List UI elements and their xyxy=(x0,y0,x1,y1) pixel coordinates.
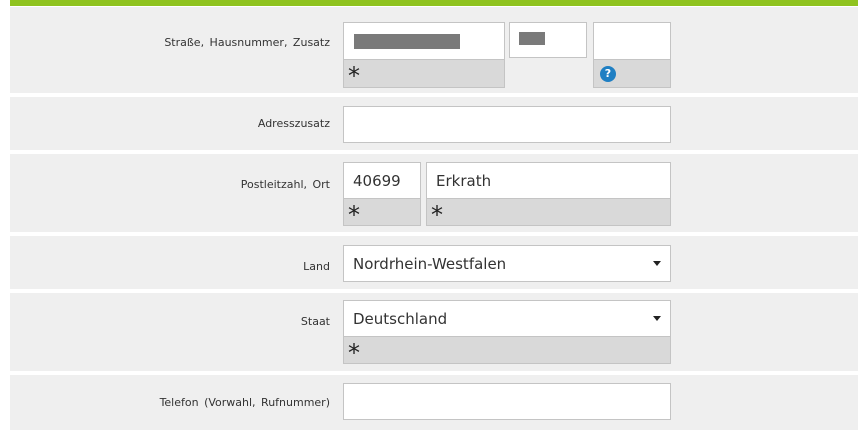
country-select[interactable]: Deutschland xyxy=(343,300,671,337)
phone-input[interactable] xyxy=(343,383,671,420)
postal-label: Postleitzahl, Ort xyxy=(240,178,330,191)
country-label: Staat xyxy=(300,315,330,328)
city-input[interactable] xyxy=(426,162,671,199)
country-row: Staat Deutschland * xyxy=(10,293,858,371)
zip-text-field[interactable] xyxy=(344,163,420,198)
postal-row: Postleitzahl, Ort * * xyxy=(10,154,858,232)
required-asterisk: * xyxy=(431,201,443,229)
dropdown-caret-icon xyxy=(653,261,661,266)
street-input[interactable] xyxy=(343,22,505,60)
state-row: Land Nordrhein-Westfalen xyxy=(10,236,858,289)
redacted-house-number xyxy=(519,32,545,45)
address-suffix-input[interactable] xyxy=(343,106,671,143)
address-suffix-text-field[interactable] xyxy=(344,107,670,142)
street-label: Straße, Hausnummer, Zusatz xyxy=(164,36,330,49)
address-suffix-row: Adresszusatz xyxy=(10,97,858,150)
country-selected-value: Deutschland xyxy=(353,310,448,328)
accent-bar xyxy=(10,0,858,6)
state-selected-value: Nordrhein-Westfalen xyxy=(353,255,507,273)
country-required-cell: * xyxy=(343,337,671,367)
street-row: Straße, Hausnummer, Zusatz * ? xyxy=(10,7,858,93)
redacted-street-value xyxy=(354,34,460,49)
state-label: Land xyxy=(303,260,330,273)
phone-text-field[interactable] xyxy=(344,384,670,419)
street-required-cell: * xyxy=(343,60,505,88)
city-text-field[interactable] xyxy=(427,163,670,198)
dropdown-caret-icon xyxy=(653,316,661,321)
city-required-cell: * xyxy=(426,199,671,229)
house-number-input[interactable] xyxy=(509,22,587,58)
required-asterisk: * xyxy=(348,201,360,229)
zip-required-cell: * xyxy=(343,199,421,229)
required-asterisk: * xyxy=(348,62,360,90)
phone-label: Telefon (Vorwahl, Rufnummer) xyxy=(159,396,330,409)
address-suffix-label: Adresszusatz xyxy=(257,117,330,130)
state-select[interactable]: Nordrhein-Westfalen xyxy=(343,245,671,282)
help-icon[interactable]: ? xyxy=(600,66,616,82)
address-addition-input[interactable] xyxy=(593,22,671,60)
phone-row: Telefon (Vorwahl, Rufnummer) xyxy=(10,375,858,430)
required-asterisk: * xyxy=(348,339,360,367)
zip-input[interactable] xyxy=(343,162,421,199)
help-cell: ? xyxy=(593,60,671,88)
